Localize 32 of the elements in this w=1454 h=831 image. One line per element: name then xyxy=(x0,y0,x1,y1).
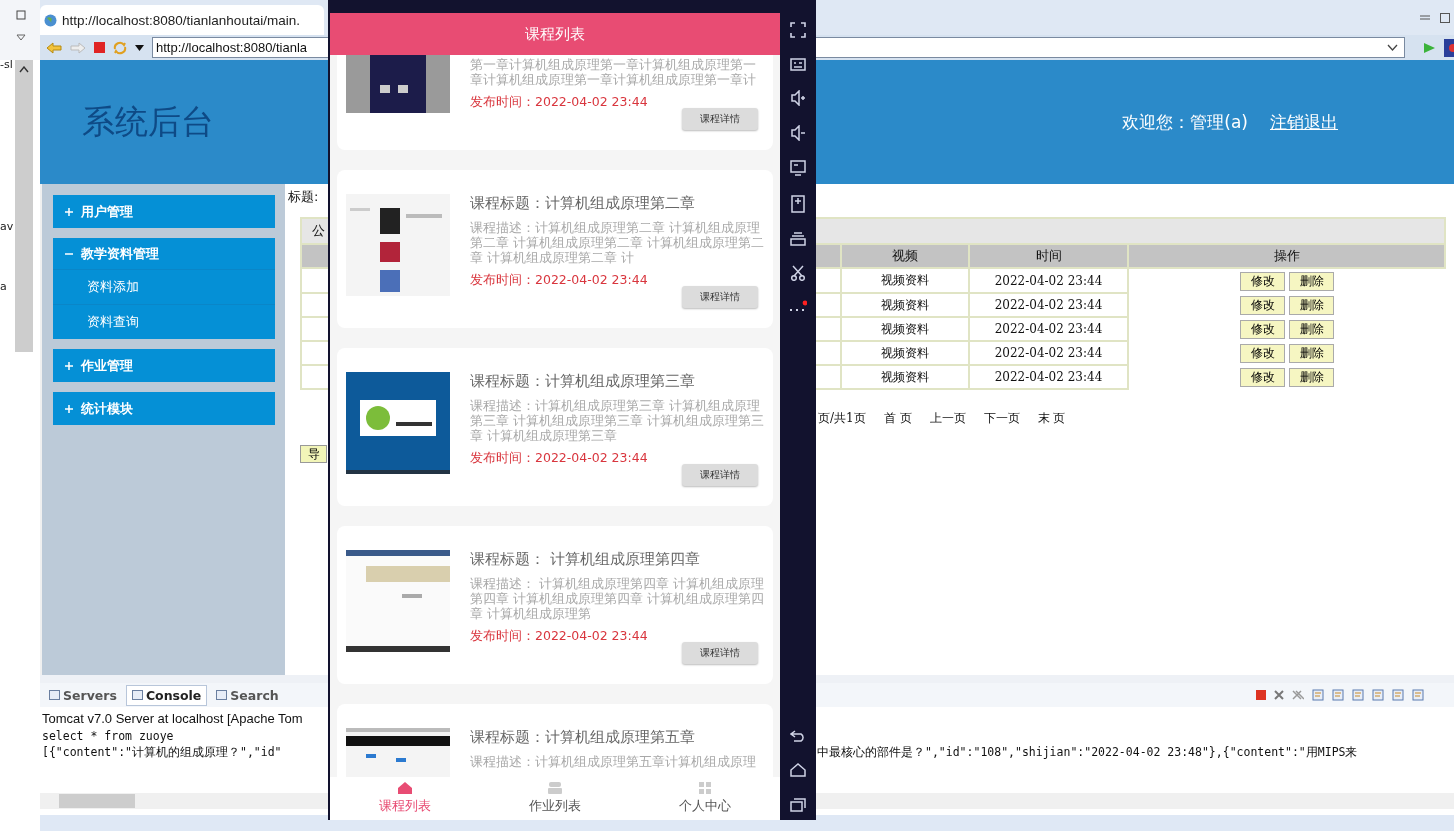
app-title: 课程列表 xyxy=(525,24,585,44)
table-cell: 视频资料 xyxy=(841,293,969,317)
course-description: 课程描述：计算机组成原理第三章 计算机组成原理第三章 计算机组成原理第三章 计算机组成原理第三章 计算机组成原理第三章 xyxy=(470,398,765,443)
table-cell: 2022-04-02 23:44 xyxy=(969,268,1128,293)
site-title: 系统后台 xyxy=(82,101,214,141)
table-cell: 视频资料 xyxy=(841,268,969,293)
publish-date: 发布时间：2022-04-02 23:44 xyxy=(470,450,649,466)
table-cell: 2022-04-02 23:44 xyxy=(969,341,1128,365)
course-description: 课程描述：计算机组成原理第五章计算机组成原理 xyxy=(470,754,757,769)
table-cell: 2022-04-02 23:44 xyxy=(969,317,1128,341)
console-line: select * from zuoye xyxy=(41,729,175,745)
column-header: 视频 xyxy=(841,244,969,268)
table-cell: 视频资料 xyxy=(841,365,969,389)
course-title: 课程标题：计算机组成原理第三章 xyxy=(470,372,696,390)
course-title: 课程标题：计算机组成原理第五章 xyxy=(470,728,696,746)
table-cell: 2022-04-02 23:44 xyxy=(969,293,1128,317)
table-cell: 视频资料 xyxy=(841,317,969,341)
course-description: 课程描述： 计算机组成原理第四章 计算机组成原理第四章 计算机组成原理第四章 计算机组成原理第四章 计算机组成原理第 xyxy=(470,576,765,621)
console-header: Tomcat v7.0 Server at localhost [Apache Tom xyxy=(41,710,303,728)
column-header: 时间 xyxy=(969,244,1128,268)
table-cell: 2022-04-02 23:44 xyxy=(969,365,1128,389)
table-cell: 视频资料 xyxy=(841,341,969,365)
course-title: 课程标题： 计算机组成原理第四章 xyxy=(470,550,701,568)
publish-date: 发布时间：2022-04-02 23:44 xyxy=(470,94,649,110)
welcome-text: 欢迎您：管理(a) xyxy=(1122,110,1248,134)
publish-date: 发布时间：2022-04-02 23:44 xyxy=(470,272,649,288)
console-line: [{"content":"计算机的组成原理？","id" xyxy=(41,745,283,761)
console-line: 中最核心的部件是？","id":"108","shijian":"2022-04-02 23:48"},{"content":"用MIPS来 xyxy=(817,745,1358,761)
course-title: 课程标题：计算机组成原理第二章 xyxy=(470,194,696,212)
column-header: 操作 xyxy=(1128,244,1445,268)
publish-date: 发布时间：2022-04-02 23:44 xyxy=(470,628,649,644)
search-label: 标题: xyxy=(288,189,319,204)
